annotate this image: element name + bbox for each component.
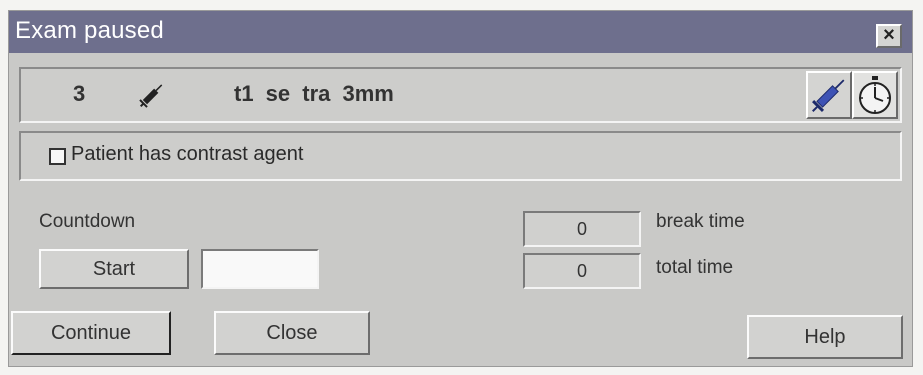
continue-button[interactable]: Continue xyxy=(11,311,171,355)
start-button[interactable]: Start xyxy=(39,249,189,289)
total-time-field: 0 xyxy=(523,253,641,289)
contrast-panel: Patient has contrast agent xyxy=(19,131,902,181)
help-button[interactable]: Help xyxy=(747,315,903,359)
countdown-input[interactable] xyxy=(201,249,319,289)
countdown-label: Countdown xyxy=(39,211,136,232)
timing-panel: Countdown Start 0 break time 0 total tim… xyxy=(19,191,902,306)
syringe-icon xyxy=(812,79,845,112)
series-number: 3 xyxy=(73,81,86,106)
contrast-checkbox-label[interactable]: Patient has contrast agent xyxy=(71,143,303,166)
contrast-toggle-button[interactable] xyxy=(806,71,852,119)
exam-paused-dialog: Exam paused × 3 t1 se tra 3mm Patient ha… xyxy=(8,10,913,367)
close-button[interactable]: Close xyxy=(214,311,370,355)
break-time-label: break time xyxy=(656,211,745,232)
close-window-button[interactable]: × xyxy=(876,24,902,48)
series-info-panel: 3 t1 se tra 3mm xyxy=(19,67,902,123)
total-time-label: total time xyxy=(656,257,734,278)
break-time-field: 0 xyxy=(523,211,641,247)
timer-toggle-button[interactable] xyxy=(852,71,898,119)
contrast-checkbox[interactable] xyxy=(49,148,66,165)
title-bar[interactable]: Exam paused × xyxy=(9,11,912,53)
protocol-name: t1 se tra 3mm xyxy=(234,81,394,106)
contrast-syringe-icon xyxy=(139,84,163,108)
stopwatch-icon xyxy=(859,76,891,114)
window-title: Exam paused xyxy=(15,17,164,44)
